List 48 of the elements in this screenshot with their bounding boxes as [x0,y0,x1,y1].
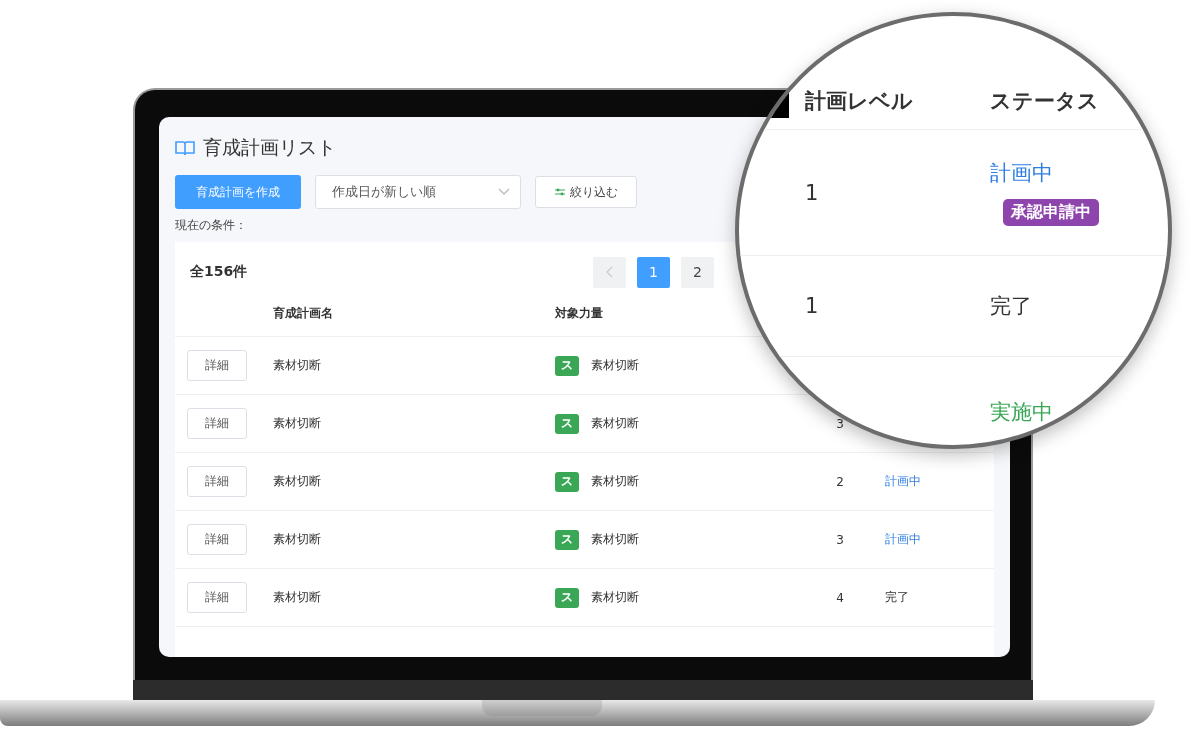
page-title: 育成計画リスト [203,135,336,160]
status-text: 計画中 [885,531,922,548]
plan-name: 素材切断 [273,531,322,548]
book-icon [175,140,195,156]
status-text: 計画中 [885,473,922,490]
skill-tag: ス [555,471,579,492]
status-text: 完了 [990,293,1032,320]
detail-button[interactable]: 詳細 [187,408,247,439]
detail-button[interactable]: 詳細 [187,524,247,555]
level-cell: 3 [836,532,844,547]
column-header: 対象力量 [555,304,604,322]
detail-button[interactable]: 詳細 [187,582,247,613]
level-cell: 2 [836,474,844,489]
status-text: 実施中 [990,399,1053,426]
status-text: 完了 [885,589,910,606]
sliders-icon [554,187,566,197]
total-count: 全156件 [190,263,248,281]
skill-name: 素材切断 [591,589,639,606]
sort-select[interactable]: 作成日が新しい順 [315,175,521,209]
detail-button[interactable]: 詳細 [187,350,247,381]
skill-tag: ス [555,587,579,608]
level-cell-text: 1 [805,294,820,318]
prev-page-button[interactable] [593,256,626,288]
column-header: 計画レベル [805,88,914,115]
chevron-down-icon [498,188,510,196]
approval-badge: 承認申請中 [1003,199,1099,226]
skill-tag: ス [555,529,579,550]
level-cell-text: 1 [805,180,820,205]
level-cell: 4 [836,590,844,605]
skill-name: 素材切断 [591,357,639,374]
conditions-label: 現在の条件： [175,217,248,234]
column-header: 育成計画名 [273,304,334,322]
plan-name: 素材切断 [273,589,322,606]
level-cell: 3 [836,416,844,431]
page-button[interactable]: 2 [681,256,714,288]
plan-name: 素材切断 [273,357,322,374]
chevron-left-icon [605,266,614,278]
skill-tag: ス [555,355,579,376]
plan-name: 素材切断 [273,473,322,490]
status-text: 計画中 [990,160,1053,187]
plan-name: 素材切断 [273,415,322,432]
detail-button[interactable]: 詳細 [187,466,247,497]
skill-name: 素材切断 [591,415,639,432]
filter-button[interactable]: 絞り込む [535,176,637,208]
skill-name: 素材切断 [591,473,639,490]
skill-tag: ス [555,413,579,434]
column-header: ステータス [990,88,1100,115]
skill-name: 素材切断 [591,531,639,548]
